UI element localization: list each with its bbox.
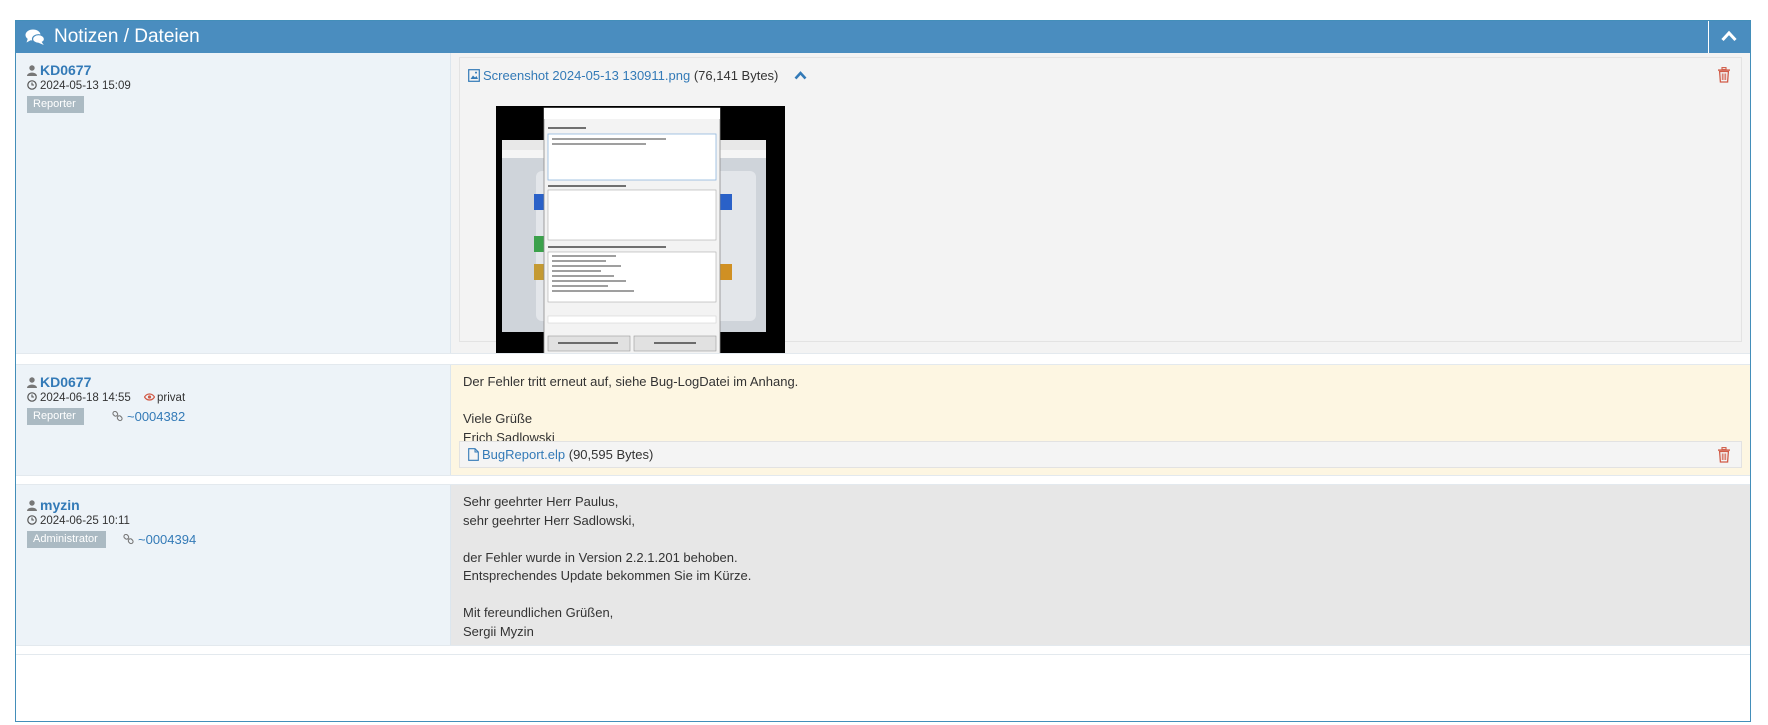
note-date: 2024-06-18 14:55 privat	[27, 392, 185, 404]
chevron-up-icon	[1721, 30, 1737, 42]
private-label: privat	[157, 392, 186, 404]
user-icon	[27, 500, 37, 511]
link-icon	[112, 411, 123, 422]
ref-text: ~0004394	[138, 532, 197, 547]
clock-icon	[27, 515, 37, 525]
note-line: Mit fereundlichen Grüßen,	[463, 605, 614, 620]
role-badge: Reporter	[27, 408, 84, 425]
note-meta: KD0677 2024-05-13 15:09 Reporter	[16, 53, 451, 353]
date-text: 2024-06-18 14:55	[40, 392, 131, 404]
note-meta: myzin 2024-06-25 10:11 Administrator ~00…	[16, 485, 451, 645]
panel-title: Notizen / Dateien	[54, 26, 200, 47]
attachment-box: BugReport.elp (90,595 Bytes)	[459, 441, 1742, 468]
attachment-box: Screenshot 2024-05-13 130911.png (76,141…	[459, 57, 1742, 356]
note-date: 2024-06-25 10:11	[27, 515, 130, 527]
author-link[interactable]: KD0677	[40, 374, 91, 390]
panel-header: Notizen / Dateien	[16, 21, 1750, 53]
note-separator	[16, 353, 1750, 365]
attachment-size: (90,595 Bytes)	[568, 447, 654, 462]
private-indicator: privat	[143, 392, 186, 404]
note-date: 2024-05-13 15:09	[27, 80, 131, 92]
note-line: Entsprechendes Update bekommen Sie im Kü…	[463, 568, 752, 583]
note-line: sehr geehrter Herr Sadlowski,	[463, 512, 635, 528]
note-author: myzin	[27, 497, 80, 513]
note-line: Viele Grüße	[463, 411, 533, 426]
note-line	[463, 530, 751, 549]
note-line	[463, 392, 798, 411]
attachment-size: (76,141 Bytes)	[693, 68, 779, 83]
note-2: KD0677 2024-06-18 14:55 privat Reporter …	[16, 365, 1750, 475]
note-author: KD0677	[27, 374, 91, 390]
date-text: 2024-06-25 10:11	[40, 515, 130, 527]
link-icon	[123, 534, 134, 545]
note-ref-link[interactable]: ~0004382	[112, 409, 185, 424]
note-content: Sehr geehrter Herr Paulus, sehr geehrter…	[451, 485, 1750, 645]
clock-icon	[27, 392, 37, 402]
note-line	[463, 586, 751, 605]
note-author: KD0677	[27, 62, 91, 78]
note-text: Der Fehler tritt erneut auf, siehe Bug-L…	[463, 373, 798, 447]
attachment-name[interactable]: BugReport.elp	[482, 447, 565, 462]
author-link[interactable]: KD0677	[40, 62, 91, 78]
note-meta: KD0677 2024-06-18 14:55 privat Reporter …	[16, 365, 451, 475]
role-badge: Administrator	[27, 531, 106, 548]
file-icon	[468, 448, 479, 461]
note-line: der Fehler wurde in Version 2.2.1.201 be…	[463, 549, 738, 565]
note-3: myzin 2024-06-25 10:11 Administrator ~00…	[16, 485, 1750, 645]
note-separator	[16, 645, 1750, 655]
image-file-icon	[468, 69, 480, 82]
trash-icon[interactable]	[1717, 447, 1731, 463]
eye-icon	[143, 393, 156, 401]
comments-icon	[25, 29, 45, 45]
attachment-link-row: Screenshot 2024-05-13 130911.png (76,141…	[468, 68, 807, 83]
screenshot-thumbnail[interactable]	[496, 106, 785, 356]
collapse-button[interactable]	[1708, 21, 1750, 53]
user-icon	[27, 65, 37, 76]
chevron-up-icon[interactable]	[794, 71, 807, 80]
note-line: Sehr geehrter Herr Paulus,	[463, 494, 619, 509]
note-content: Screenshot 2024-05-13 130911.png (76,141…	[451, 53, 1750, 356]
note-1: KD0677 2024-05-13 15:09 Reporter Screens…	[16, 53, 1750, 356]
ref-text: ~0004382	[127, 409, 186, 424]
attachment-name[interactable]: Screenshot 2024-05-13 130911.png	[483, 68, 690, 83]
note-separator	[16, 475, 1750, 485]
note-content: Der Fehler tritt erneut auf, siehe Bug-L…	[451, 365, 1750, 475]
role-badge: Reporter	[27, 96, 84, 113]
note-line: Sergii Myzin	[463, 623, 534, 639]
attachment-link-row: BugReport.elp (90,595 Bytes)	[468, 447, 653, 462]
trash-icon[interactable]	[1717, 67, 1731, 83]
note-ref-link[interactable]: ~0004394	[123, 532, 196, 547]
note-text: Sehr geehrter Herr Paulus, sehr geehrter…	[463, 493, 751, 641]
date-text: 2024-05-13 15:09	[40, 80, 131, 92]
notes-panel: Notizen / Dateien KD0677 2024-05-13 15:0…	[15, 20, 1751, 722]
author-link[interactable]: myzin	[40, 497, 80, 513]
user-icon	[27, 377, 37, 388]
note-line: Der Fehler tritt erneut auf, siehe Bug-L…	[463, 374, 799, 389]
clock-icon	[27, 80, 37, 90]
